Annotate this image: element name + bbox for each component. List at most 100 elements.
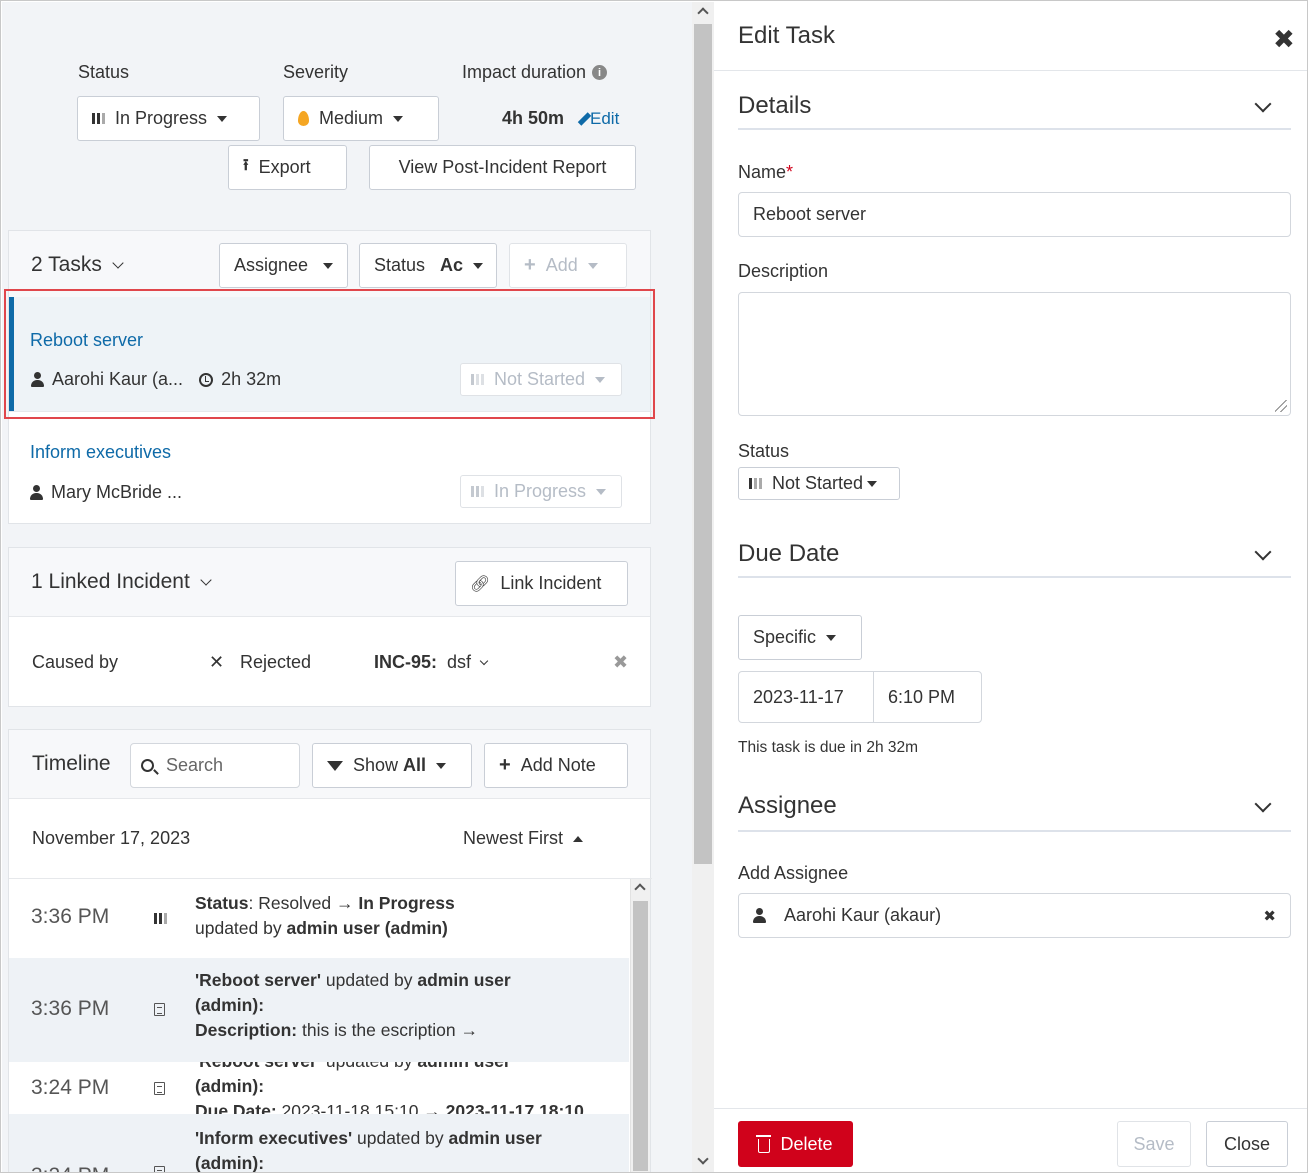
remove-link-icon[interactable]: ✖	[613, 652, 628, 673]
entry-line: 'Reboot server' updated by admin user	[195, 1062, 615, 1074]
add-assignee-label: Add Assignee	[738, 863, 849, 883]
impact-duration-text: Impact duration	[462, 62, 587, 82]
show-filter-label: Show	[353, 755, 399, 775]
entry-line: 'Reboot server' updated by admin user	[195, 968, 615, 993]
entry-line: Due Date: 2023-11-18 15:10 → 2023-11-17 …	[195, 1099, 615, 1114]
impact-duration-label: Impact duration i	[462, 62, 608, 83]
page-scrollbar[interactable]	[692, 2, 714, 1172]
caret-down-icon	[596, 488, 607, 495]
link-icon: 🔗︎	[470, 575, 491, 593]
not-started-icon	[749, 478, 762, 489]
edit-impact-link[interactable]: Edit	[577, 109, 619, 129]
scroll-up-icon[interactable]	[697, 7, 709, 19]
task-item-inform-executives[interactable]: Inform executives Mary McBride ... In Pr…	[9, 412, 650, 524]
status-filter-text: Status Ac	[374, 255, 463, 276]
assignee-section-header[interactable]: Assignee	[738, 792, 1291, 832]
status-label: Status	[78, 62, 130, 82]
resize-handle-icon[interactable]	[1275, 400, 1287, 412]
export-button[interactable]: ⭱ Export	[228, 145, 347, 190]
incident-status-dropdown[interactable]: In Progress	[77, 96, 260, 141]
chevron-down-icon	[200, 574, 212, 586]
user-icon	[31, 372, 44, 387]
linked-incident-ref[interactable]: INC-95: dsf	[374, 652, 489, 673]
info-icon[interactable]: i	[592, 65, 608, 80]
scroll-down-icon[interactable]	[697, 1153, 709, 1165]
flame-icon	[298, 111, 309, 126]
entry-user: admin user	[417, 970, 511, 990]
name-field[interactable]: Reboot server	[738, 192, 1291, 237]
entry-user: admin user	[417, 1062, 510, 1071]
severity-value: Medium	[319, 108, 384, 128]
export-label: Export	[258, 157, 311, 177]
timeline-scrollbar[interactable]	[630, 879, 650, 1172]
save-button[interactable]: Save	[1117, 1121, 1191, 1167]
caret-down-icon	[323, 262, 333, 269]
linked-toggle[interactable]: 1 Linked Incident	[31, 570, 212, 594]
due-date-input[interactable]: 2023-11-17	[738, 671, 874, 723]
incident-panel: Status Severity Impact duration i In Pro…	[2, 2, 692, 1173]
close-label: Close	[1223, 1133, 1271, 1154]
incident-name: dsf	[447, 652, 472, 672]
view-report-button[interactable]: View Post-Incident Report	[369, 145, 636, 190]
tasks-card: 2 Tasks Assignee Status Ac + Add Reboot …	[8, 230, 652, 524]
task-assignee: Aarohi Kaur (a...	[52, 369, 184, 389]
search-icon	[141, 759, 159, 775]
add-task-button[interactable]: + Add	[509, 243, 627, 288]
task-item-reboot-server[interactable]: Reboot server Aarohi Kaur (a... 2h 32m N…	[9, 297, 650, 411]
sort-toggle[interactable]: Newest First	[463, 828, 584, 849]
entry-time: 3:36 PM	[31, 905, 110, 928]
entry-text: 'Reboot server' updated by admin user (a…	[195, 968, 615, 1043]
divider	[714, 70, 1307, 71]
close-icon[interactable]: ✖	[1273, 24, 1295, 55]
due-date-value: 2023-11-17	[753, 686, 844, 707]
entry-by: updated by	[195, 918, 287, 938]
user-icon	[753, 908, 766, 923]
caret-down-icon	[393, 115, 404, 122]
due-date-section-header[interactable]: Due Date	[738, 540, 1291, 578]
clear-assignee-icon[interactable]: ✖	[1263, 907, 1276, 925]
tasks-header: 2 Tasks Assignee Status Ac + Add	[9, 231, 650, 297]
caret-down-icon	[595, 376, 606, 383]
due-time-input[interactable]: 6:10 PM	[873, 671, 982, 723]
link-incident-button[interactable]: 🔗︎ Link Incident	[455, 561, 628, 606]
scroll-up-icon[interactable]	[634, 883, 646, 895]
chevron-down-icon	[479, 656, 489, 665]
task-title[interactable]: Reboot server	[30, 330, 143, 351]
description-field[interactable]	[738, 292, 1291, 416]
not-started-icon	[471, 374, 484, 385]
due-time-value: 6:10 PM	[888, 686, 956, 707]
tasks-toggle[interactable]: 2 Tasks	[31, 253, 124, 277]
due-mode-dropdown[interactable]: Specific	[738, 615, 862, 660]
assignee-filter[interactable]: Assignee	[219, 243, 348, 288]
document-icon	[154, 1001, 165, 1021]
task-status-select[interactable]: Not Started	[738, 467, 900, 500]
entry-user: admin user	[448, 1128, 542, 1148]
timeline-search[interactable]: Search	[130, 743, 300, 788]
delete-button[interactable]: Delete	[738, 1121, 853, 1167]
task-status-dropdown[interactable]: In Progress	[460, 475, 622, 508]
scrollbar-thumb[interactable]	[633, 901, 648, 1171]
entry-field: Status	[195, 893, 249, 913]
details-section-header[interactable]: Details	[738, 92, 1291, 130]
show-filter-dropdown[interactable]: Show All	[312, 743, 472, 788]
entry-user-id: (admin):	[195, 1153, 265, 1173]
entry-line: updated by admin user (admin)	[195, 916, 615, 941]
task-status-dropdown[interactable]: Not Started	[460, 363, 622, 396]
upload-icon: ⭱	[243, 157, 249, 174]
clock-icon	[199, 372, 214, 387]
add-note-button[interactable]: + Add Note	[484, 743, 628, 788]
entry-task: 'Reboot server'	[195, 970, 322, 990]
entry-change: this is the escription →	[297, 1020, 479, 1040]
status-filter[interactable]: Status Ac	[359, 243, 497, 288]
close-button[interactable]: Close	[1206, 1121, 1288, 1167]
entry-line: Description: this is the escription →	[195, 1018, 615, 1043]
status-filter-label: Status	[374, 255, 426, 275]
task-title[interactable]: Inform executives	[30, 442, 171, 463]
entry-line: Status: Resolved → In Progress	[195, 891, 615, 916]
timeline-search-placeholder: Search	[166, 755, 224, 775]
severity-dropdown[interactable]: Medium	[283, 96, 439, 141]
entry-field: Description:	[195, 1020, 298, 1040]
assignee-field[interactable]: Aarohi Kaur (akaur) ✖	[738, 893, 1291, 938]
entry-text: Status: Resolved → In Progress updated b…	[195, 891, 615, 941]
scrollbar-thumb[interactable]	[694, 24, 712, 864]
